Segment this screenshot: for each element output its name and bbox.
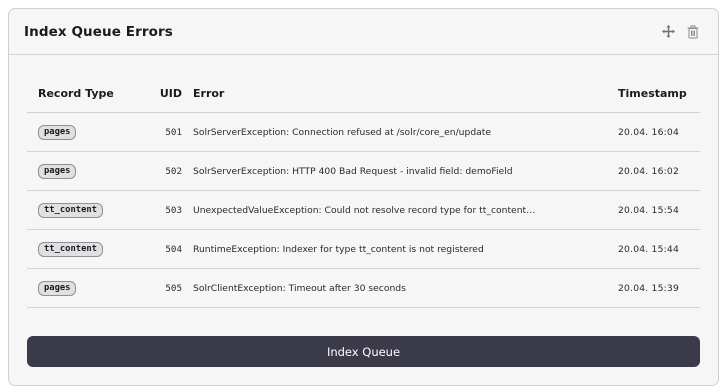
timestamp-cell: 20.04. 15:54 (618, 190, 700, 230)
timestamp-cell: 20.04. 16:04 (618, 112, 700, 152)
index-queue-errors-widget: Index Queue Errors Record Type UID Error… (8, 8, 719, 386)
column-header-uid: UID (149, 75, 193, 113)
table-row: pages 501 SolrServerException: Connectio… (27, 112, 700, 152)
table-header-row: Record Type UID Error Timestamp (27, 75, 700, 113)
record-type-cell: pages (27, 151, 149, 191)
uid-cell: 501 (149, 112, 193, 152)
widget-header: Index Queue Errors (9, 9, 718, 55)
table-row: tt_content 503 UnexpectedValueException:… (27, 190, 700, 230)
record-type-cell: tt_content (27, 229, 149, 269)
error-cell: SolrServerException: Connection refused … (193, 112, 618, 152)
timestamp-cell: 20.04. 15:39 (618, 268, 700, 308)
column-header-record-type: Record Type (27, 75, 149, 113)
column-header-error: Error (193, 75, 618, 113)
record-type-cell: pages (27, 112, 149, 152)
record-type-badge: pages (38, 280, 77, 296)
timestamp-cell: 20.04. 15:44 (618, 229, 700, 269)
uid-cell: 504 (149, 229, 193, 269)
record-type-badge: tt_content (38, 202, 103, 218)
table-row: pages 505 SolrClientException: Timeout a… (27, 268, 700, 308)
index-queue-button[interactable]: Index Queue (27, 336, 700, 367)
error-cell: UnexpectedValueException: Could not reso… (193, 190, 618, 230)
column-header-timestamp: Timestamp (618, 75, 700, 113)
record-type-cell: pages (27, 268, 149, 308)
record-type-badge: pages (38, 163, 77, 179)
widget-title: Index Queue Errors (24, 23, 173, 40)
timestamp-cell: 20.04. 16:02 (618, 151, 700, 191)
record-type-badge: pages (38, 124, 77, 140)
record-type-badge: tt_content (38, 241, 103, 257)
uid-cell: 502 (149, 151, 193, 191)
uid-cell: 503 (149, 190, 193, 230)
widget-actions (661, 25, 700, 39)
move-icon[interactable] (661, 25, 675, 39)
error-cell: SolrClientException: Timeout after 30 se… (193, 268, 618, 308)
trash-icon[interactable] (686, 25, 700, 39)
table-row: pages 502 SolrServerException: HTTP 400 … (27, 151, 700, 191)
widget-body: Record Type UID Error Timestamp pages 50… (9, 55, 718, 308)
table-row: tt_content 504 RuntimeException: Indexer… (27, 229, 700, 269)
errors-table: Record Type UID Error Timestamp pages 50… (27, 75, 700, 308)
uid-cell: 505 (149, 268, 193, 308)
record-type-cell: tt_content (27, 190, 149, 230)
error-cell: SolrServerException: HTTP 400 Bad Reques… (193, 151, 618, 191)
error-cell: RuntimeException: Indexer for type tt_co… (193, 229, 618, 269)
